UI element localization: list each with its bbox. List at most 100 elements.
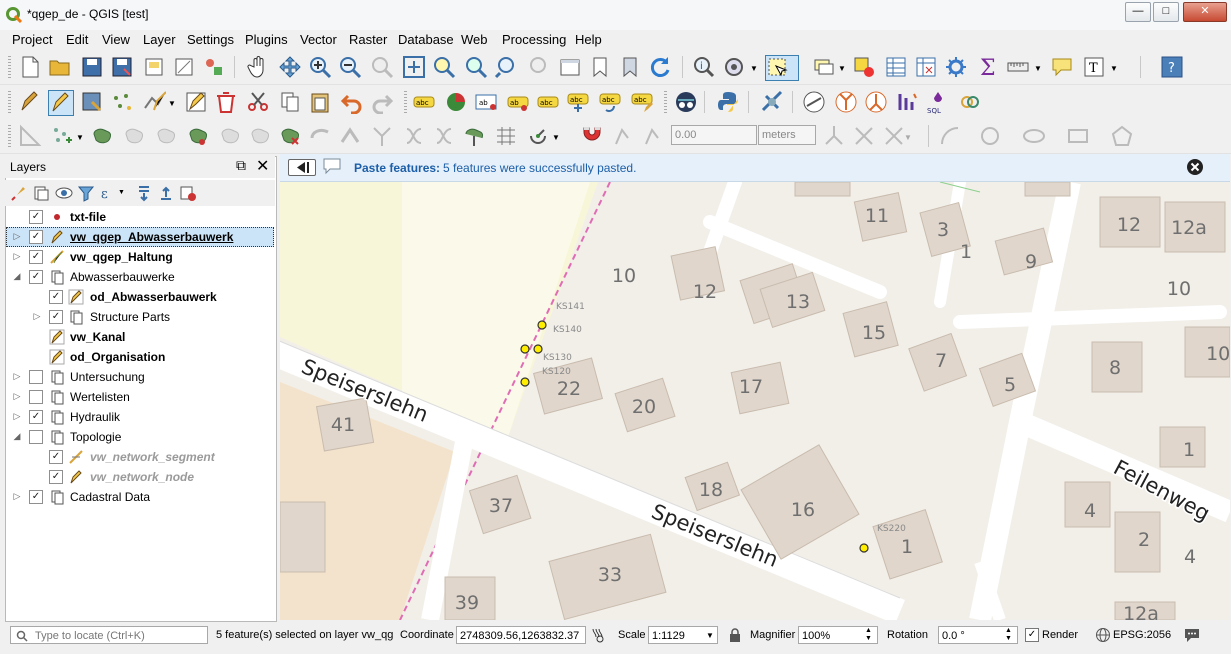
feature-point-ks220[interactable] bbox=[859, 543, 869, 553]
pin-labels-icon[interactable]: ab bbox=[506, 90, 530, 114]
collapse-arrow-icon[interactable]: ◢ bbox=[12, 271, 22, 281]
expand-arrow-icon[interactable]: ▷ bbox=[12, 251, 22, 261]
merge-features-icon[interactable] bbox=[338, 124, 362, 148]
toolbox-icon[interactable] bbox=[944, 55, 968, 79]
remove-layer-icon[interactable] bbox=[179, 184, 197, 202]
crs-label[interactable]: EPSG:2056 bbox=[1113, 629, 1171, 641]
layer-item-od-organisation[interactable]: od_Organisation bbox=[6, 347, 274, 367]
snap-topology-icon[interactable] bbox=[882, 124, 906, 148]
expand-arrow-icon[interactable]: ▷ bbox=[12, 391, 22, 401]
delete-selected-icon[interactable] bbox=[214, 90, 238, 114]
redo-icon[interactable] bbox=[370, 90, 394, 114]
offset-curve-icon[interactable] bbox=[248, 124, 272, 148]
menu-view[interactable]: View bbox=[102, 32, 130, 47]
layer-group-hydraulik[interactable]: ▷ ✓ Hydraulik bbox=[6, 407, 274, 427]
zoom-out-icon[interactable] bbox=[338, 55, 362, 79]
menu-layer[interactable]: Layer bbox=[143, 32, 176, 47]
toolbar-grip[interactable] bbox=[404, 91, 407, 113]
layer-item-txt-file[interactable]: ✓ txt-file bbox=[6, 207, 274, 227]
manage-map-themes-icon[interactable] bbox=[55, 184, 73, 202]
toggle-editing-icon[interactable] bbox=[48, 90, 74, 116]
group-visibility-checkbox[interactable] bbox=[29, 430, 43, 444]
spin-arrows-icon[interactable]: ▲ ▼ bbox=[1005, 627, 1012, 643]
layer-item-vw-network-segment[interactable]: ✓ vw_network_segment bbox=[6, 447, 274, 467]
qgep-profile-icon[interactable] bbox=[802, 90, 826, 114]
field-calculator-icon[interactable] bbox=[914, 55, 938, 79]
snap-vertex-icon[interactable] bbox=[612, 124, 636, 148]
python-console-icon[interactable] bbox=[716, 90, 740, 114]
group-visibility-checkbox[interactable]: ✓ bbox=[49, 310, 63, 324]
new-print-layout-icon[interactable] bbox=[142, 55, 166, 79]
add-ring-icon[interactable] bbox=[50, 124, 74, 148]
run-feature-action-icon[interactable] bbox=[722, 55, 746, 79]
add-polygon-icon[interactable] bbox=[1110, 124, 1134, 148]
filter-legend-icon[interactable] bbox=[77, 184, 95, 202]
group-visibility-checkbox[interactable]: ✓ bbox=[29, 270, 43, 284]
dropdown-arrow-icon[interactable]: ▼ bbox=[118, 189, 136, 207]
menu-web[interactable]: Web bbox=[461, 32, 488, 47]
layer-visibility-checkbox[interactable]: ✓ bbox=[49, 290, 63, 304]
group-visibility-checkbox[interactable]: ✓ bbox=[29, 410, 43, 424]
digitize-shape-icon[interactable] bbox=[938, 124, 962, 148]
layer-group-cadastral-data[interactable]: ▷ ✓ Cadastral Data bbox=[6, 487, 274, 507]
split-parts-icon[interactable] bbox=[308, 124, 332, 148]
current-edits-icon[interactable] bbox=[18, 90, 42, 114]
zoom-next-icon[interactable] bbox=[526, 55, 550, 79]
collapse-all-icon[interactable] bbox=[157, 184, 175, 202]
layer-visibility-checkbox[interactable]: ✓ bbox=[29, 250, 43, 264]
layer-group-structure-parts[interactable]: ▷ ✓ Structure Parts bbox=[6, 307, 274, 327]
map-canvas[interactable]: 11 12 12a 3 1 9 10 12 13 15 10 7 5 8 10a… bbox=[280, 182, 1230, 620]
move-label-icon[interactable]: abc bbox=[566, 90, 590, 114]
feature-point-ks120[interactable] bbox=[520, 377, 530, 387]
advanced-digitizing-icon[interactable] bbox=[18, 124, 42, 148]
coordinate-field[interactable]: 2748309.56,1263832.37 bbox=[456, 626, 586, 644]
pan-map-icon[interactable] bbox=[246, 55, 270, 79]
pan-to-selection-icon[interactable] bbox=[278, 55, 302, 79]
zoom-last-icon[interactable] bbox=[494, 55, 518, 79]
close-message-icon[interactable] bbox=[1186, 158, 1204, 176]
reshape-icon[interactable] bbox=[218, 124, 242, 148]
qgep-wizard-icon[interactable] bbox=[896, 90, 920, 114]
deselect-all-icon[interactable] bbox=[852, 55, 876, 79]
add-point-icon[interactable] bbox=[110, 90, 134, 114]
rotate-label-icon[interactable]: abc bbox=[598, 90, 622, 114]
layer-item-vw-qgep-haltung[interactable]: ▷ ✓ vw_qgep_Haltung bbox=[6, 247, 274, 267]
save-layer-edits-icon[interactable] bbox=[80, 90, 104, 114]
toggle-extents-icon[interactable] bbox=[590, 627, 606, 643]
zoom-to-selection-icon[interactable] bbox=[432, 55, 456, 79]
new-project-icon[interactable] bbox=[18, 55, 42, 79]
measure-icon[interactable] bbox=[1006, 55, 1030, 79]
layer-visibility-checkbox[interactable]: ✓ bbox=[29, 210, 43, 224]
qgep-downstream-icon[interactable] bbox=[864, 90, 888, 114]
add-part-icon[interactable] bbox=[90, 124, 114, 148]
menu-help[interactable]: Help bbox=[575, 32, 602, 47]
layer-visibility-checkbox[interactable]: ✓ bbox=[49, 450, 63, 464]
snap-intersection-icon[interactable] bbox=[822, 124, 846, 148]
layout-manager-icon[interactable] bbox=[172, 55, 196, 79]
add-circle-icon[interactable] bbox=[978, 124, 1002, 148]
layer-visibility-checkbox[interactable]: ✓ bbox=[49, 470, 63, 484]
undo-icon[interactable] bbox=[340, 90, 364, 114]
group-visibility-checkbox[interactable] bbox=[29, 370, 43, 384]
rotate-point-symbols-icon[interactable] bbox=[402, 124, 426, 148]
paste-features-icon[interactable] bbox=[308, 90, 332, 114]
group-visibility-checkbox[interactable]: ✓ bbox=[29, 490, 43, 504]
show-bookmarks-icon[interactable] bbox=[618, 55, 642, 79]
network-plugin-icon[interactable] bbox=[760, 90, 784, 114]
layer-group-untersuchung[interactable]: ▷ Untersuchung bbox=[6, 367, 274, 387]
rotate-feature-icon[interactable] bbox=[526, 124, 550, 148]
add-rectangle-icon[interactable] bbox=[1066, 124, 1090, 148]
layer-group-abwasserbauwerke[interactable]: ◢ ✓ Abwasserbauwerke bbox=[6, 267, 274, 287]
snapping-units-select[interactable]: meters bbox=[758, 125, 816, 145]
menu-project[interactable]: Project bbox=[12, 32, 52, 47]
copy-features-icon[interactable] bbox=[278, 90, 302, 114]
expand-arrow-icon[interactable]: ▷ bbox=[12, 371, 22, 381]
add-group-icon[interactable] bbox=[32, 184, 50, 202]
attribute-table-icon[interactable] bbox=[884, 55, 908, 79]
modify-attributes-icon[interactable] bbox=[184, 90, 208, 114]
dropdown-arrow-icon[interactable]: ▼ bbox=[76, 133, 86, 157]
simplify-icon[interactable] bbox=[494, 124, 518, 148]
menu-raster[interactable]: Raster bbox=[349, 32, 387, 47]
layer-item-vw-qgep-abwasserbauwerk[interactable]: ▷ ✓ vw_qgep_Abwasserbauwerk bbox=[6, 227, 274, 247]
menu-vector[interactable]: Vector bbox=[300, 32, 337, 47]
